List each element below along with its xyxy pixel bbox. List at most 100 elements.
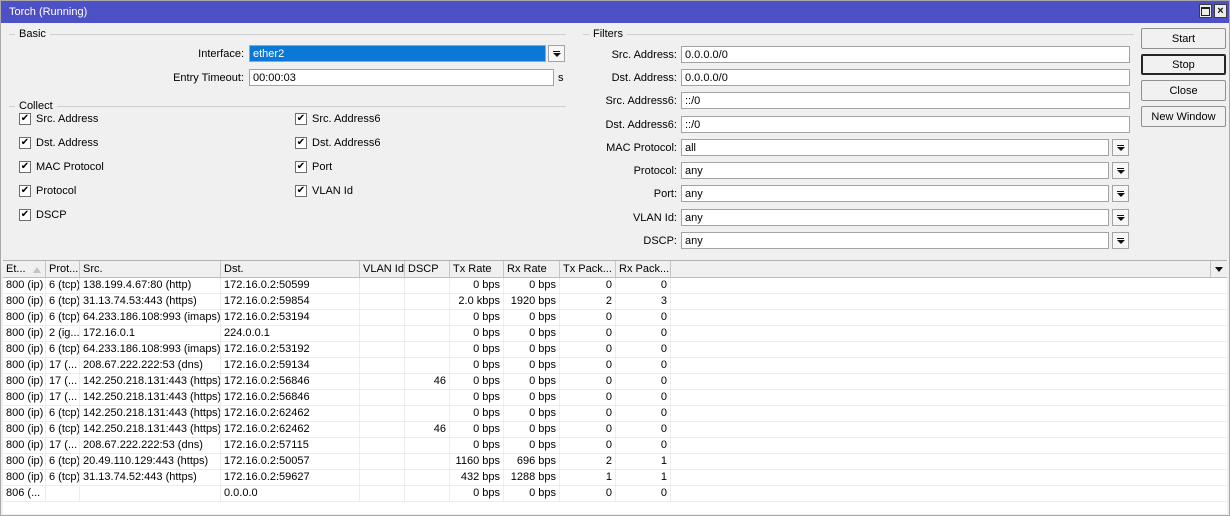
- cell-et: 800 (ip): [3, 342, 46, 357]
- collect-checkbox-src-address6[interactable]: ✔: [295, 113, 307, 125]
- row-filler: [671, 374, 1227, 389]
- collect-checkbox-mac-protocol[interactable]: ✔: [19, 161, 31, 173]
- table-row[interactable]: 800 (ip) 6 (tcp) 142.250.218.131:443 (http…: [3, 422, 1227, 438]
- collect-checkbox-port[interactable]: ✔: [295, 161, 307, 173]
- column-header-vlan-id[interactable]: VLAN Id: [360, 261, 405, 277]
- filter-dropdown-vlan-id[interactable]: [1112, 209, 1129, 226]
- titlebar-restore-button[interactable]: [1199, 4, 1212, 18]
- stop-button[interactable]: Stop: [1141, 54, 1226, 75]
- filter-input-dscp[interactable]: [681, 232, 1109, 249]
- filter-input-protocol[interactable]: [681, 162, 1109, 179]
- table-row[interactable]: 800 (ip) 6 (tcp) 64.233.186.108:993 (imaps…: [3, 342, 1227, 358]
- cell-rx-pack: 0: [616, 358, 671, 373]
- cell-src: [80, 486, 221, 501]
- table-row[interactable]: 800 (ip) 17 (... 208.67.222.222:53 (dns) 17…: [3, 438, 1227, 454]
- filter-dropdown-protocol[interactable]: [1112, 162, 1129, 179]
- column-select-button[interactable]: [1210, 261, 1227, 277]
- titlebar-close-button[interactable]: ×: [1214, 4, 1227, 18]
- filter-dropdown-port[interactable]: [1112, 185, 1129, 202]
- collect-checkbox-protocol[interactable]: ✔: [19, 185, 31, 197]
- cell-rx-rate: 0 bps: [504, 278, 560, 293]
- cell-dscp: [405, 294, 450, 309]
- row-filler: [671, 390, 1227, 405]
- collect-option-src-address6: ✔ Src. Address6: [295, 112, 380, 126]
- table-row[interactable]: 800 (ip) 6 (tcp) 31.13.74.53:443 (https) 17…: [3, 294, 1227, 310]
- filter-input-vlan-id[interactable]: [681, 209, 1109, 226]
- cell-dst: 224.0.0.1: [221, 326, 360, 341]
- cell-tx-rate: 0 bps: [450, 342, 504, 357]
- cell-vlan-id: [360, 406, 405, 421]
- collect-checkbox-dscp[interactable]: ✔: [19, 209, 31, 221]
- window-title: Torch (Running): [9, 6, 88, 18]
- column-header-et[interactable]: Et...: [3, 261, 46, 277]
- cell-tx-pack: 0: [560, 342, 616, 357]
- cell-et: 800 (ip): [3, 454, 46, 469]
- column-header-tx-pack[interactable]: Tx Pack...: [560, 261, 616, 277]
- table-row[interactable]: 800 (ip) 17 (... 142.250.218.131:443 (http…: [3, 374, 1227, 390]
- column-header-tx-rate[interactable]: Tx Rate: [450, 261, 504, 277]
- basic-group-label: Basic: [19, 28, 46, 40]
- table-body: 800 (ip) 6 (tcp) 138.199.4.67:80 (http) 172…: [3, 278, 1227, 502]
- cell-vlan-id: [360, 326, 405, 341]
- column-header-dscp[interactable]: DSCP: [405, 261, 450, 277]
- table-row[interactable]: 800 (ip) 6 (tcp) 64.233.186.108:993 (imaps…: [3, 310, 1227, 326]
- cell-rx-rate: 1920 bps: [504, 294, 560, 309]
- cell-src: 142.250.218.131:443 (https): [80, 390, 221, 405]
- column-header-rx-pack[interactable]: Rx Pack...: [616, 261, 671, 277]
- table-row[interactable]: 800 (ip) 6 (tcp) 31.13.74.52:443 (https) 17…: [3, 470, 1227, 486]
- close-button[interactable]: Close: [1141, 80, 1226, 101]
- entry-timeout-input[interactable]: [249, 69, 554, 86]
- collect-checkbox-dst-address6[interactable]: ✔: [295, 137, 307, 149]
- column-header-dst[interactable]: Dst.: [221, 261, 360, 277]
- new-window-button[interactable]: New Window: [1141, 106, 1226, 127]
- collect-checkbox-src-address[interactable]: ✔: [19, 113, 31, 125]
- column-header-rx-rate[interactable]: Rx Rate: [504, 261, 560, 277]
- filter-dropdown-mac-protocol[interactable]: [1112, 139, 1129, 156]
- cell-rx-rate: 0 bps: [504, 390, 560, 405]
- filter-input-src-address[interactable]: [681, 46, 1130, 63]
- cell-src: 172.16.0.1: [80, 326, 221, 341]
- cell-rx-rate: 0 bps: [504, 358, 560, 373]
- filter-input-port[interactable]: [681, 185, 1109, 202]
- filter-input-dst-address[interactable]: [681, 69, 1130, 86]
- cell-dst: 172.16.0.2:62462: [221, 422, 360, 437]
- collect-checkbox-label: Port: [312, 161, 333, 173]
- cell-rx-pack: 3: [616, 294, 671, 309]
- cell-tx-rate: 0 bps: [450, 310, 504, 325]
- table-row[interactable]: 800 (ip) 6 (tcp) 142.250.218.131:443 (http…: [3, 406, 1227, 422]
- cell-src: 31.13.74.52:443 (https): [80, 470, 221, 485]
- table-row[interactable]: 800 (ip) 2 (ig... 172.16.0.1 224.0.0.1 0 bps…: [3, 326, 1227, 342]
- table-row[interactable]: 800 (ip) 6 (tcp) 20.49.110.129:443 (https)…: [3, 454, 1227, 470]
- cell-dst: 172.16.0.2:50599: [221, 278, 360, 293]
- filter-dropdown-dscp[interactable]: [1112, 232, 1129, 249]
- titlebar[interactable]: Torch (Running) ×: [1, 1, 1229, 23]
- row-filler: [671, 406, 1227, 421]
- interface-input[interactable]: [249, 45, 546, 62]
- table-row[interactable]: 800 (ip) 6 (tcp) 138.199.4.67:80 (http) 172…: [3, 278, 1227, 294]
- cell-et: 800 (ip): [3, 326, 46, 341]
- table-row[interactable]: 806 (... 0.0.0.0 0 bps 0 bps 0 0: [3, 486, 1227, 502]
- filter-label-dst-address: Dst. Address:: [611, 72, 677, 84]
- table-row[interactable]: 800 (ip) 17 (... 142.250.218.131:443 (http…: [3, 390, 1227, 406]
- cell-dst: 172.16.0.2:53192: [221, 342, 360, 357]
- collect-checkbox-vlan-id[interactable]: ✔: [295, 185, 307, 197]
- cell-prot: 6 (tcp): [46, 422, 80, 437]
- cell-dscp: 46: [405, 422, 450, 437]
- filter-input-src-address6[interactable]: [681, 92, 1130, 109]
- cell-tx-rate: 0 bps: [450, 374, 504, 389]
- filter-label-dst-address6: Dst. Address6:: [605, 119, 677, 131]
- column-header-prot[interactable]: Prot...: [46, 261, 80, 277]
- collect-checkbox-label: Src. Address6: [312, 113, 381, 125]
- filter-input-dst-address6[interactable]: [681, 116, 1130, 133]
- filter-label-dscp: DSCP:: [643, 235, 677, 247]
- cell-rx-pack: 0: [616, 326, 671, 341]
- cell-dscp: [405, 326, 450, 341]
- cell-vlan-id: [360, 374, 405, 389]
- start-button[interactable]: Start: [1141, 28, 1226, 49]
- collect-checkbox-dst-address[interactable]: ✔: [19, 137, 31, 149]
- cell-rx-rate: 0 bps: [504, 486, 560, 501]
- cell-et: 800 (ip): [3, 390, 46, 405]
- filter-input-mac-protocol[interactable]: [681, 139, 1109, 156]
- table-row[interactable]: 800 (ip) 17 (... 208.67.222.222:53 (dns) 17…: [3, 358, 1227, 374]
- column-header-src[interactable]: Src.: [80, 261, 221, 277]
